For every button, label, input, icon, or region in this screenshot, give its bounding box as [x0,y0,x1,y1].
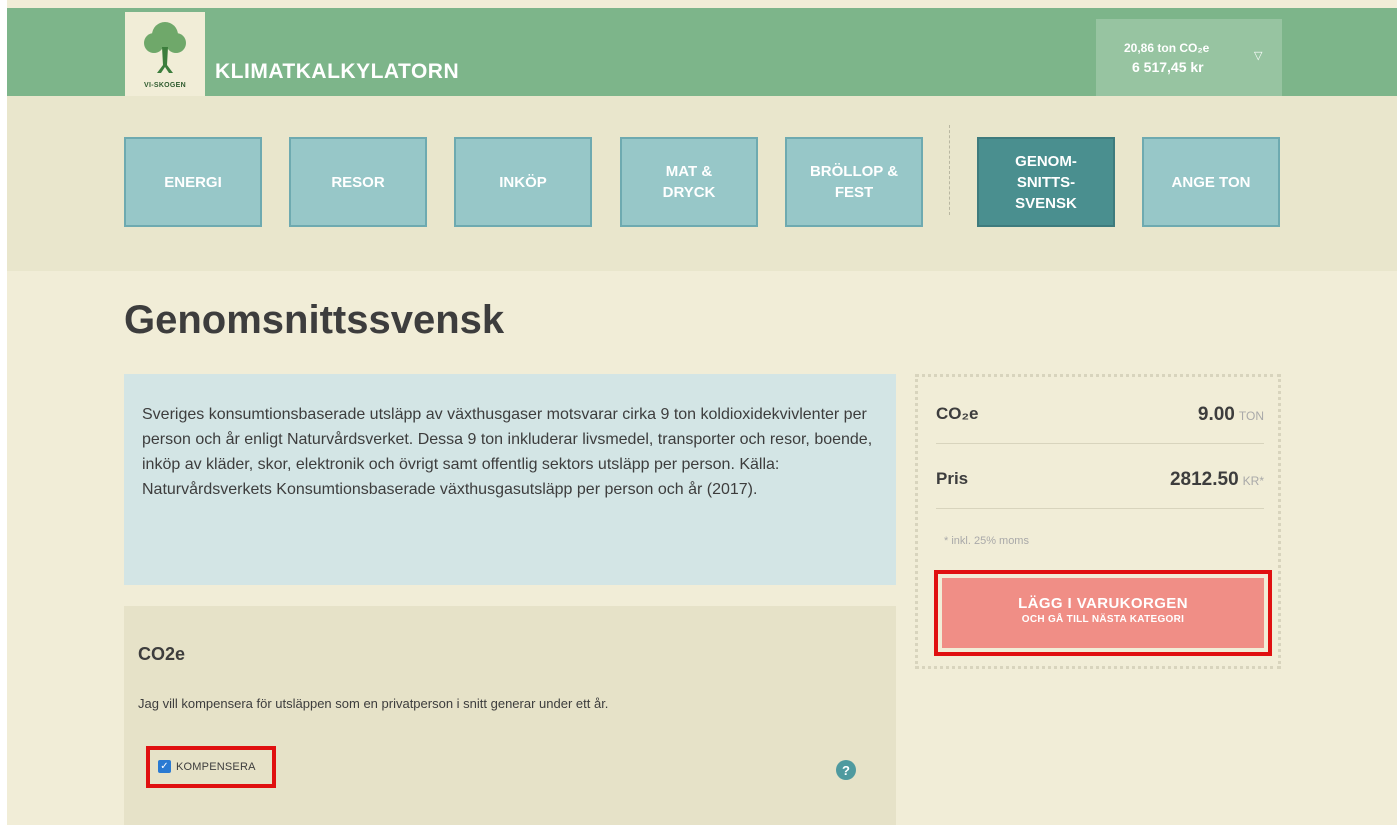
divider [936,443,1264,444]
tab-divider [949,125,950,215]
co2-value: 9.00 [1197,404,1235,425]
price-value: 2812.50 [1169,469,1239,490]
tree-icon [144,22,186,73]
price-value-wrap: 2812.50 KR* [1170,469,1264,491]
co2-value-wrap: 9.00 TON [1198,404,1264,426]
compensation-description: Jag vill kompensera för utsläppen som en… [138,696,609,711]
dropdown-caret-icon[interactable]: ▽ [1254,49,1262,62]
tab-energi[interactable]: ENERGI [124,137,262,227]
site-header: VI-SKOGEN KLIMATKALKYLATORN 20,86 ton CO… [7,8,1397,100]
co2-unit: TON [1238,409,1264,423]
price-unit: KR* [1242,474,1264,488]
vi-skogen-logo[interactable]: VI-SKOGEN [125,12,205,100]
kompensera-highlight: ✓ KOMPENSERA [146,746,276,788]
price-row: Pris 2812.50 KR* [936,469,1264,525]
add-to-cart-button[interactable]: LÄGG I VARUKORGEN OCH GÅ TILL NÄSTA KATE… [942,578,1264,648]
kompensera-label[interactable]: KOMPENSERA [176,761,256,773]
add-to-cart-highlight: LÄGG I VARUKORGEN OCH GÅ TILL NÄSTA KATE… [934,570,1272,656]
vat-note: * inkl. 25% moms [944,535,1029,547]
cart-summary[interactable]: 20,86 ton CO₂e 6 517,45 kr ▽ [1096,19,1282,96]
app-title: KLIMATKALKYLATORN [215,60,460,83]
tab-resor[interactable]: RESOR [289,137,427,227]
add-to-cart-label: LÄGG I VARUKORGEN [1018,595,1188,612]
logo-text: VI-SKOGEN [144,82,186,89]
category-tabs: ENERGI RESOR INKÖP MAT & DRYCK BRÖLLOP &… [7,96,1397,271]
compensation-title: CO2e [138,644,186,664]
info-panel: Sveriges konsumtionsbaserade utsläpp av … [124,374,896,585]
tab-brollop-fest[interactable]: BRÖLLOP & FEST [785,137,923,227]
compensation-panel: CO2e Jag vill kompensera för utsläppen s… [124,606,896,825]
co2-label: CO₂e [936,404,979,423]
page-title: Genomsnittssvensk [124,298,505,342]
summary-panel: CO₂e 9.00 TON Pris 2812.50 KR* * inkl. 25%… [915,374,1281,669]
page: VI-SKOGEN KLIMATKALKYLATORN 20,86 ton CO… [7,0,1397,825]
help-icon[interactable]: ? [836,760,856,780]
tab-ange-ton[interactable]: ANGE TON [1142,137,1280,227]
divider [936,508,1264,509]
add-to-cart-sublabel: OCH GÅ TILL NÄSTA KATEGORI [1021,614,1185,625]
checkbox-checked-icon[interactable]: ✓ [158,760,171,773]
kompensera-checkbox[interactable]: ✓ KOMPENSERA [158,760,256,773]
tab-mat-dryck[interactable]: MAT & DRYCK [620,137,758,227]
tab-inkop[interactable]: INKÖP [454,137,592,227]
tab-genomsnittssvensk[interactable]: GENOM- SNITTS- SVENSK [977,137,1115,227]
price-label: Pris [936,469,969,488]
cart-co2-total: 20,86 ton CO₂e [1124,41,1210,55]
cart-price-total: 6 517,45 kr [1132,59,1204,75]
info-text: Sveriges konsumtionsbaserade utsläpp av … [142,406,873,498]
co2-row: CO₂e 9.00 TON [936,404,1264,460]
